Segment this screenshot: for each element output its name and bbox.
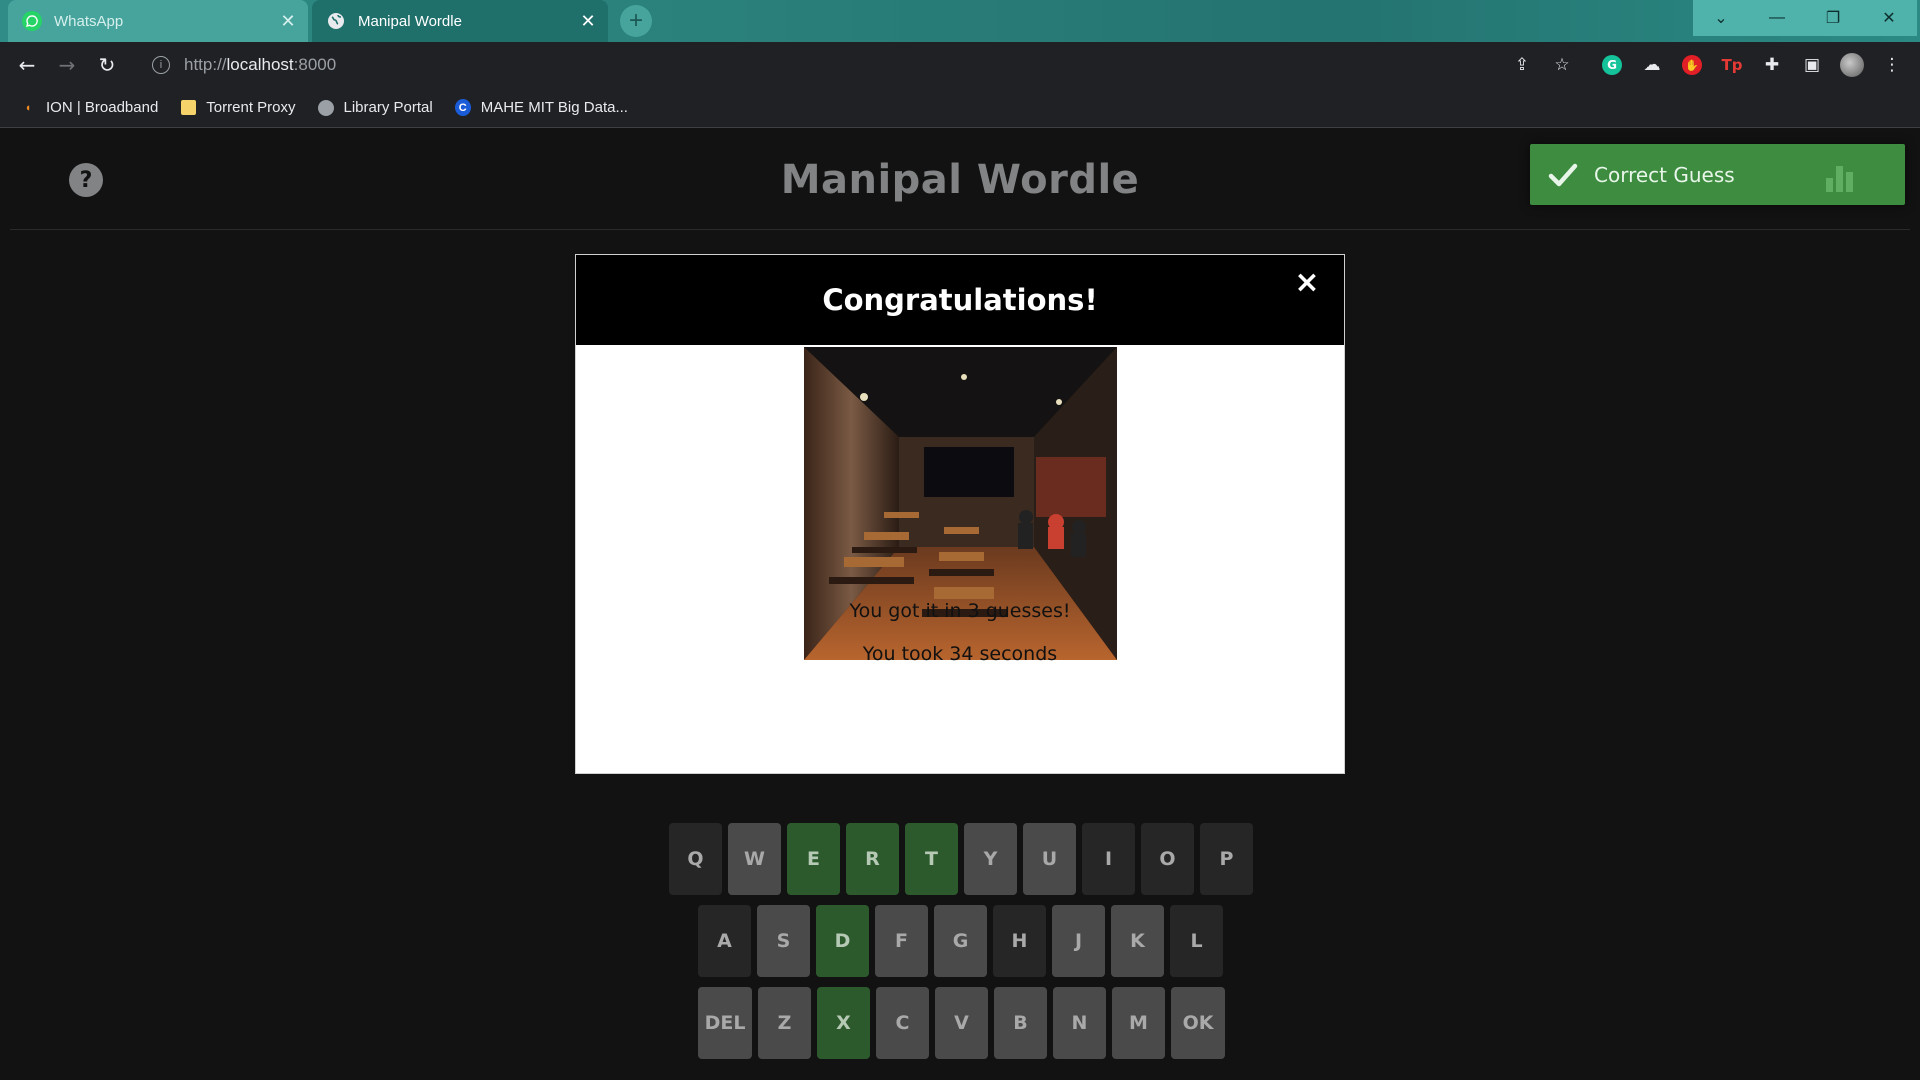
side-panel-icon[interactable]: ▣ — [1800, 53, 1824, 77]
guesses-count-text: You got it in 3 guesses! — [849, 600, 1071, 622]
c-logo-icon: C — [454, 99, 471, 116]
tab-manipal-wordle[interactable]: Manipal Wordle ✕ — [312, 0, 608, 42]
url-text: http://localhost:8000 — [184, 55, 337, 74]
key-s[interactable]: S — [757, 905, 810, 977]
key-z[interactable]: Z — [758, 987, 811, 1059]
congratulations-modal: Congratulations! × You got it in 3 guess… — [575, 254, 1345, 774]
new-tab-button[interactable]: + — [620, 5, 652, 37]
key-x[interactable]: X — [817, 987, 870, 1059]
share-icon[interactable]: ⇪ — [1510, 53, 1534, 77]
key-del[interactable]: DEL — [698, 987, 752, 1059]
toast-text: Correct Guess — [1594, 162, 1735, 187]
globe-icon — [317, 99, 334, 116]
key-t[interactable]: T — [905, 823, 958, 895]
bookmark-label: Torrent Proxy — [206, 99, 296, 116]
back-button[interactable]: ← — [11, 49, 43, 81]
close-window-button[interactable]: ✕ — [1861, 0, 1917, 36]
reload-button[interactable]: ↻ — [91, 49, 123, 81]
key-d[interactable]: D — [816, 905, 869, 977]
minimize-button[interactable]: — — [1749, 0, 1805, 36]
key-i[interactable]: I — [1082, 823, 1135, 895]
key-m[interactable]: M — [1112, 987, 1165, 1059]
bookmark-label: ION | Broadband — [46, 99, 159, 116]
browser-toolbar: ← → ↻ i http://localhost:8000 ⇪ ☆ G ☁ ✋ … — [0, 42, 1920, 88]
key-k[interactable]: K — [1111, 905, 1164, 977]
key-v[interactable]: V — [935, 987, 988, 1059]
wordle-page: ? Manipal Wordle Correct Guess Congratul… — [0, 129, 1920, 1080]
correct-guess-toast: Correct Guess — [1530, 144, 1905, 205]
key-l[interactable]: L — [1170, 905, 1223, 977]
close-icon[interactable]: ✕ — [274, 7, 302, 35]
bookmark-library-portal[interactable]: Library Portal — [317, 99, 433, 116]
globe-icon — [326, 11, 346, 31]
close-icon[interactable]: ✕ — [574, 7, 602, 35]
keyboard-row-1: QWERTYUIOP — [669, 823, 1253, 895]
key-e[interactable]: E — [787, 823, 840, 895]
tab-title: WhatsApp — [54, 12, 124, 30]
ion-icon: ◖ — [24, 101, 32, 114]
bookmark-mahe-mit-big-data[interactable]: C MAHE MIT Big Data... — [454, 99, 628, 116]
key-h[interactable]: H — [993, 905, 1046, 977]
forward-button[interactable]: → — [51, 49, 83, 81]
bookmark-star-icon[interactable]: ☆ — [1550, 53, 1574, 77]
checkmark-icon — [1548, 163, 1578, 186]
key-o[interactable]: O — [1141, 823, 1194, 895]
bookmark-label: Library Portal — [343, 99, 433, 116]
tab-title: Manipal Wordle — [358, 12, 462, 30]
tab-search-button[interactable]: ⌄ — [1693, 0, 1749, 36]
restore-button[interactable]: ❐ — [1805, 0, 1861, 36]
key-y[interactable]: Y — [964, 823, 1017, 895]
stats-bar-chart-icon[interactable] — [1826, 164, 1853, 192]
key-g[interactable]: G — [934, 905, 987, 977]
avatar[interactable] — [1840, 53, 1864, 77]
key-ok[interactable]: OK — [1171, 987, 1225, 1059]
keyboard-row-2: ASDFGHJKL — [698, 905, 1223, 977]
key-b[interactable]: B — [994, 987, 1047, 1059]
time-taken-text: You took 34 seconds — [862, 643, 1058, 665]
keyboard-row-3: DEL Z X C V B N M OK — [698, 987, 1225, 1059]
key-q[interactable]: Q — [669, 823, 722, 895]
tab-whatsapp[interactable]: WhatsApp ✕ — [8, 0, 308, 42]
info-icon[interactable]: i — [152, 56, 170, 74]
folder-icon — [180, 100, 196, 116]
more-menu-icon[interactable]: ⋮ — [1880, 53, 1904, 77]
bookmark-torrent-proxy[interactable]: Torrent Proxy — [180, 99, 296, 116]
key-p[interactable]: P — [1200, 823, 1253, 895]
key-a[interactable]: A — [698, 905, 751, 977]
close-icon[interactable]: × — [1292, 265, 1322, 300]
key-n[interactable]: N — [1053, 987, 1106, 1059]
key-w[interactable]: W — [728, 823, 781, 895]
browser-tab-strip: WhatsApp ✕ Manipal Wordle ✕ + ⌄ — ❐ ✕ — [0, 0, 1920, 42]
bookmark-ion-broadband[interactable]: ◖ ION | Broadband — [20, 99, 159, 116]
whatsapp-icon — [22, 11, 42, 31]
bookmarks-bar: ◖ ION | Broadband Torrent Proxy Library … — [0, 88, 1920, 128]
grammarly-icon[interactable]: G — [1600, 53, 1624, 77]
extensions-puzzle-icon[interactable]: ✚ — [1760, 53, 1784, 77]
key-c[interactable]: C — [876, 987, 929, 1059]
key-j[interactable]: J — [1052, 905, 1105, 977]
key-u[interactable]: U — [1023, 823, 1076, 895]
adblock-icon[interactable]: ✋ — [1680, 53, 1704, 77]
extension-cloud-icon[interactable]: ☁ — [1640, 53, 1664, 77]
key-r[interactable]: R — [846, 823, 899, 895]
bookmark-label: MAHE MIT Big Data... — [480, 99, 628, 116]
address-bar[interactable]: i http://localhost:8000 — [138, 47, 1558, 83]
modal-header: Congratulations! × — [576, 255, 1344, 345]
modal-title: Congratulations! — [822, 283, 1098, 317]
tp-extension-icon[interactable]: Tp — [1720, 53, 1744, 77]
key-f[interactable]: F — [875, 905, 928, 977]
